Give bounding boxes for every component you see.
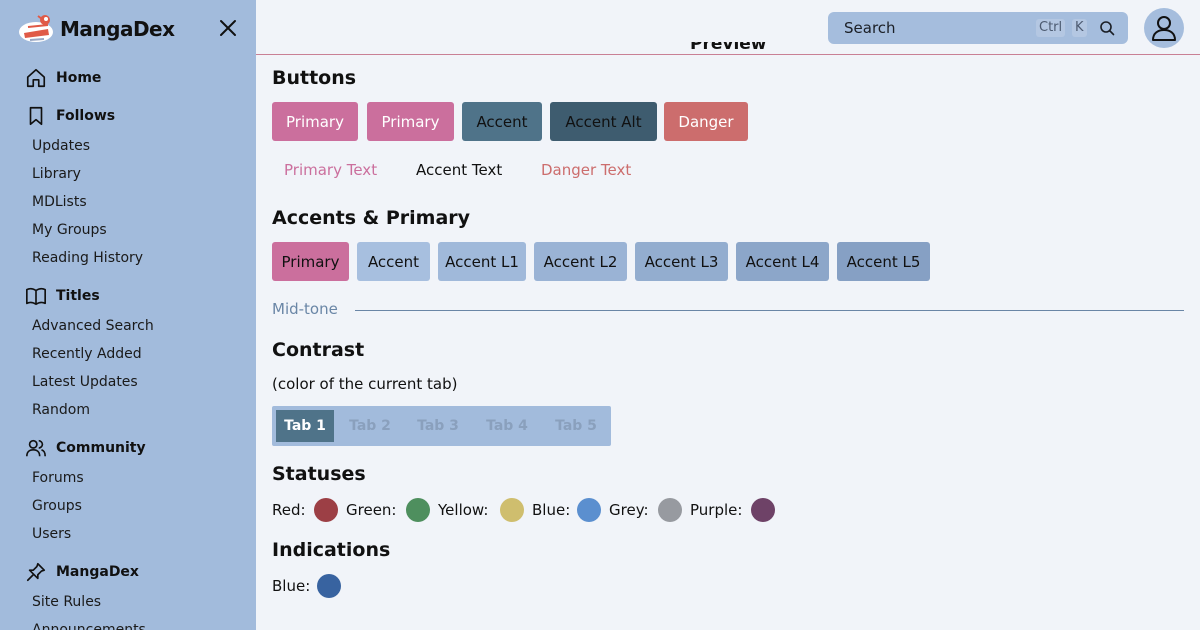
accent-alt-button[interactable]: Accent Alt xyxy=(550,102,657,141)
section-title-contrast: Contrast xyxy=(272,339,365,361)
sidebar-section-mangadex: MangaDex xyxy=(24,560,139,584)
swatch-accent-l4[interactable]: Accent L4 xyxy=(736,242,829,281)
status-label-purple: Purple: xyxy=(690,501,743,519)
users-icon xyxy=(24,436,48,460)
midtone-label: Mid-tone xyxy=(272,300,338,318)
swatch-primary[interactable]: Primary xyxy=(272,242,349,281)
tab-5[interactable]: Tab 5 xyxy=(548,410,604,442)
primary-text-button[interactable]: Primary Text xyxy=(284,160,377,180)
swatch-accent-l3[interactable]: Accent L3 xyxy=(635,242,728,281)
sidebar-section-label: Titles xyxy=(56,288,100,304)
sidebar-item-updates[interactable]: Updates xyxy=(32,136,90,156)
status-label-grey: Grey: xyxy=(609,501,649,519)
swatch-accent-l1[interactable]: Accent L1 xyxy=(438,242,526,281)
sidebar-item-library[interactable]: Library xyxy=(32,164,81,184)
accent-text-button[interactable]: Accent Text xyxy=(416,160,502,180)
tab-3[interactable]: Tab 3 xyxy=(410,410,466,442)
tab-4[interactable]: Tab 4 xyxy=(479,410,535,442)
sidebar-item-home[interactable]: Home xyxy=(24,66,101,90)
section-title-indications: Indications xyxy=(272,539,391,561)
pin-icon xyxy=(24,560,48,584)
status-dot-grey xyxy=(658,498,682,522)
status-dot-yellow xyxy=(500,498,524,522)
shortcut-key-ctrl: Ctrl xyxy=(1036,19,1066,37)
close-sidebar-button[interactable] xyxy=(218,18,238,38)
danger-button[interactable]: Danger xyxy=(664,102,748,141)
sidebar-item-users[interactable]: Users xyxy=(32,524,71,544)
status-label-blue: Blue: xyxy=(532,501,571,519)
tab-2[interactable]: Tab 2 xyxy=(342,410,398,442)
sidebar-section-label: Community xyxy=(56,440,146,456)
sidebar-item-forums[interactable]: Forums xyxy=(32,468,84,488)
primary-button[interactable]: Primary xyxy=(272,102,358,141)
status-label-yellow: Yellow: xyxy=(438,501,489,519)
swatch-accent[interactable]: Accent xyxy=(357,242,430,281)
shortcut-key-k: K xyxy=(1072,19,1087,37)
danger-text-button[interactable]: Danger Text xyxy=(541,160,631,180)
tab-1[interactable]: Tab 1 xyxy=(276,410,334,442)
status-dot-purple xyxy=(751,498,775,522)
home-icon xyxy=(24,66,48,90)
sidebar-item-reading-history[interactable]: Reading History xyxy=(32,248,143,268)
user-avatar-button[interactable] xyxy=(1144,8,1184,48)
sidebar-section-label: MangaDex xyxy=(56,564,139,580)
indication-dot-blue xyxy=(317,574,341,598)
status-label-red: Red: xyxy=(272,501,306,519)
sidebar-item-latest-updates[interactable]: Latest Updates xyxy=(32,372,138,392)
sidebar-item-advanced-search[interactable]: Advanced Search xyxy=(32,316,154,336)
book-icon xyxy=(24,284,48,308)
midtone-divider xyxy=(355,310,1184,311)
sidebar-item-random[interactable]: Random xyxy=(32,400,90,420)
mangadex-logo-icon xyxy=(18,13,54,45)
search-icon xyxy=(1099,20,1115,36)
bookmark-icon xyxy=(24,104,48,128)
search-placeholder: Search xyxy=(844,19,896,37)
brand[interactable]: MangaDex xyxy=(18,12,175,46)
indication-label-blue: Blue: xyxy=(272,577,311,595)
brand-name: MangaDex xyxy=(60,17,175,41)
sidebar-item-mdlists[interactable]: MDLists xyxy=(32,192,87,212)
user-icon xyxy=(1152,16,1176,41)
search-input[interactable]: Search Ctrl K xyxy=(828,12,1128,44)
sidebar-section-label: Follows xyxy=(56,108,116,124)
sidebar-section-follows: Follows xyxy=(24,104,115,128)
status-label-green: Green: xyxy=(346,501,397,519)
sidebar-item-recently-added[interactable]: Recently Added xyxy=(32,344,142,364)
sidebar-item-my-groups[interactable]: My Groups xyxy=(32,220,107,240)
sidebar: MangaDex Home Follows Updates Library MD… xyxy=(0,0,256,630)
accent-button[interactable]: Accent xyxy=(462,102,542,141)
sidebar-item-site-rules[interactable]: Site Rules xyxy=(32,592,101,612)
sidebar-section-label: Home xyxy=(56,70,102,86)
sidebar-item-groups[interactable]: Groups xyxy=(32,496,82,516)
sidebar-section-community: Community xyxy=(24,436,146,460)
section-title-buttons: Buttons xyxy=(272,67,357,89)
status-dot-red xyxy=(314,498,338,522)
sidebar-section-titles: Titles xyxy=(24,284,100,308)
section-title-accents: Accents & Primary xyxy=(272,207,471,229)
sidebar-item-announcements[interactable]: Announcements xyxy=(32,620,146,630)
primary-button-alt[interactable]: Primary xyxy=(367,102,454,141)
status-dot-blue xyxy=(577,498,601,522)
swatch-accent-l2[interactable]: Accent L2 xyxy=(534,242,627,281)
tab-bar: Tab 1 Tab 2 Tab 3 Tab 4 Tab 5 xyxy=(272,406,611,446)
section-title-statuses: Statuses xyxy=(272,463,366,485)
status-dot-green xyxy=(406,498,430,522)
swatch-accent-l5[interactable]: Accent L5 xyxy=(837,242,930,281)
contrast-note: (color of the current tab) xyxy=(272,375,458,393)
close-icon xyxy=(220,20,236,36)
header-divider xyxy=(256,54,1200,55)
